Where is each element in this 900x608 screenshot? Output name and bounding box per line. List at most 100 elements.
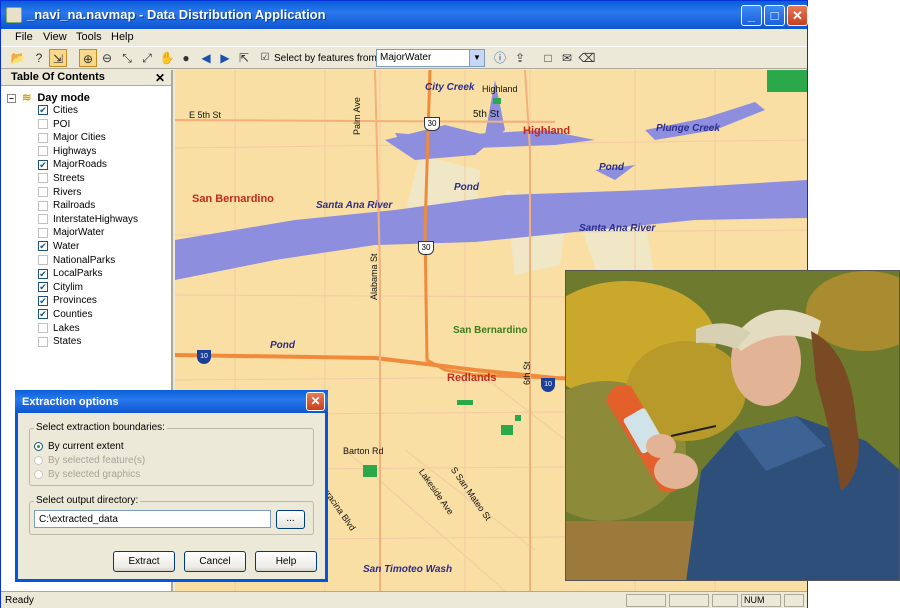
- layer-item[interactable]: ✔ MajorRoads: [38, 159, 107, 172]
- maximize-button[interactable]: □: [764, 5, 785, 26]
- layer-checkbox[interactable]: [38, 146, 48, 157]
- layer-item[interactable]: Streets: [38, 173, 85, 186]
- map-label-pond3: Pond: [270, 340, 295, 351]
- boundary-radio-option[interactable]: By selected feature(s): [34, 455, 145, 466]
- help-button[interactable]: Help: [255, 551, 317, 572]
- menu-tools[interactable]: Tools: [76, 31, 102, 43]
- layer-item[interactable]: Highways: [38, 146, 96, 159]
- boundary-radio-option[interactable]: By selected graphics: [34, 469, 140, 480]
- map-label-timoteo: San Timoteo Wash: [363, 564, 453, 575]
- layer-item[interactable]: ✔ Provinces: [38, 295, 97, 308]
- minimize-button[interactable]: _: [741, 5, 762, 26]
- menu-help[interactable]: Help: [111, 31, 134, 43]
- toc-header: Table Of Contents ✕: [1, 70, 171, 86]
- photo-illustration: [566, 271, 899, 580]
- radio-button[interactable]: [34, 441, 43, 451]
- toc-close-icon[interactable]: ✕: [155, 71, 165, 85]
- layer-item[interactable]: States: [38, 336, 81, 349]
- boundary-radio-option[interactable]: By current extent: [34, 441, 124, 452]
- layer-checkbox[interactable]: ✔: [38, 295, 48, 306]
- layer-checkbox[interactable]: [38, 227, 48, 238]
- dialog-title-bar[interactable]: Extraction options ✕: [15, 390, 328, 413]
- layer-item[interactable]: ✔ Counties: [38, 309, 92, 322]
- back-arrow-icon[interactable]: ◀: [197, 49, 215, 67]
- envelope-icon[interactable]: ✉: [558, 49, 576, 67]
- layer-checkbox[interactable]: ✔: [38, 241, 48, 252]
- layer-label: Lakes: [53, 322, 80, 334]
- map-label-sanbernardino: San Bernardino: [192, 193, 274, 205]
- layer-checkbox[interactable]: [38, 173, 48, 184]
- zoom-in-icon[interactable]: ⊕: [79, 49, 97, 67]
- toc-root-node[interactable]: − ≋ Day mode: [7, 91, 90, 104]
- select-checkbox-icon[interactable]: ☑: [256, 49, 274, 67]
- select-by-label: Select by features from:: [274, 53, 380, 64]
- collapse-icon[interactable]: −: [7, 94, 16, 103]
- map-label-plunge: Plunge Creek: [656, 123, 720, 134]
- zoom-out-icon[interactable]: ⊖: [98, 49, 116, 67]
- layer-checkbox[interactable]: ✔: [38, 282, 48, 293]
- layer-checkbox[interactable]: [38, 214, 48, 225]
- status-panel-3: [712, 594, 738, 607]
- status-num: NUM: [741, 594, 781, 607]
- layer-checkbox[interactable]: ✔: [38, 268, 48, 279]
- map-label-santaana1: Santa Ana River: [316, 200, 393, 211]
- toolbar: 📂 ? ⇲ ⊕ ⊖ ⤡ ⤢ ✋ ● ◀ ▶ ⇱ ☑ Select by feat…: [1, 46, 807, 69]
- title-bar[interactable]: _navi_na.navmap - Data Distribution Appl…: [1, 1, 808, 29]
- pan-hand-icon[interactable]: ✋: [158, 49, 176, 67]
- layer-checkbox[interactable]: ✔: [38, 159, 48, 170]
- layer-checkbox[interactable]: [38, 322, 48, 333]
- layer-checkbox[interactable]: ✔: [38, 309, 48, 320]
- fixed-zoom-in-icon[interactable]: ⤡: [118, 49, 136, 67]
- layer-label: Streets: [53, 173, 85, 184]
- radio-label: By current extent: [48, 441, 124, 452]
- rectangle-icon[interactable]: □: [539, 49, 557, 67]
- layer-item[interactable]: ✔ Cities: [38, 105, 78, 118]
- layer-checkbox[interactable]: [38, 118, 48, 129]
- layer-item[interactable]: Lakes: [38, 323, 80, 336]
- menu-file[interactable]: File: [15, 31, 33, 43]
- radio-button[interactable]: [34, 469, 43, 479]
- layer-item[interactable]: POI: [38, 119, 70, 132]
- layer-item[interactable]: ✔ LocalParks: [38, 268, 102, 281]
- status-bar: Ready NUM: [1, 591, 807, 608]
- extract-button[interactable]: Extract: [113, 551, 175, 572]
- layer-label: States: [53, 336, 82, 348]
- layer-item[interactable]: Railroads: [38, 200, 95, 213]
- layer-item[interactable]: NationalParks: [38, 255, 115, 268]
- extraction-options-dialog: Extraction options ✕ Select extraction b…: [15, 390, 328, 582]
- extract-icon[interactable]: ⇲: [49, 49, 67, 67]
- info-icon[interactable]: ⓘ: [491, 49, 509, 67]
- browse-button[interactable]: ...: [276, 510, 305, 529]
- radio-button[interactable]: [34, 455, 43, 465]
- select-features-icon[interactable]: ⇱: [235, 49, 253, 67]
- layer-checkbox[interactable]: [38, 254, 48, 265]
- layer-checkbox[interactable]: [38, 200, 48, 211]
- select-layer-dropdown[interactable]: MajorWater ▼: [376, 49, 485, 67]
- layer-item[interactable]: ✔ Citylim: [38, 282, 83, 295]
- layer-item[interactable]: ✔ Water: [38, 241, 79, 254]
- layer-checkbox[interactable]: [38, 132, 48, 143]
- fixed-zoom-out-icon[interactable]: ⤢: [138, 49, 156, 67]
- layer-item[interactable]: InterstateHighways: [38, 214, 138, 227]
- eraser-icon[interactable]: ⌫: [578, 49, 596, 67]
- map-label-sanbernardino-park: San Bernardino: [453, 325, 528, 336]
- output-directory-input[interactable]: C:\extracted_data: [34, 510, 271, 528]
- forward-arrow-icon[interactable]: ▶: [216, 49, 234, 67]
- chevron-down-icon[interactable]: ▼: [469, 50, 484, 66]
- full-extent-globe-icon[interactable]: ●: [177, 49, 195, 67]
- layer-checkbox[interactable]: ✔: [38, 105, 48, 116]
- cancel-button[interactable]: Cancel: [184, 551, 246, 572]
- close-button[interactable]: ✕: [787, 5, 808, 26]
- help-question-icon[interactable]: ?: [30, 49, 48, 67]
- field-worker-photo: [565, 270, 900, 581]
- layer-item[interactable]: MajorWater: [38, 227, 104, 240]
- layer-item[interactable]: Rivers: [38, 187, 81, 200]
- layer-checkbox[interactable]: [38, 336, 48, 347]
- layer-label: Counties: [53, 309, 93, 320]
- layer-item[interactable]: Major Cities: [38, 132, 106, 145]
- export-icon[interactable]: ⇪: [511, 49, 529, 67]
- menu-view[interactable]: View: [43, 31, 67, 43]
- open-folder-icon[interactable]: 📂: [9, 49, 27, 67]
- layer-checkbox[interactable]: [38, 186, 48, 197]
- dialog-close-button[interactable]: ✕: [306, 392, 325, 411]
